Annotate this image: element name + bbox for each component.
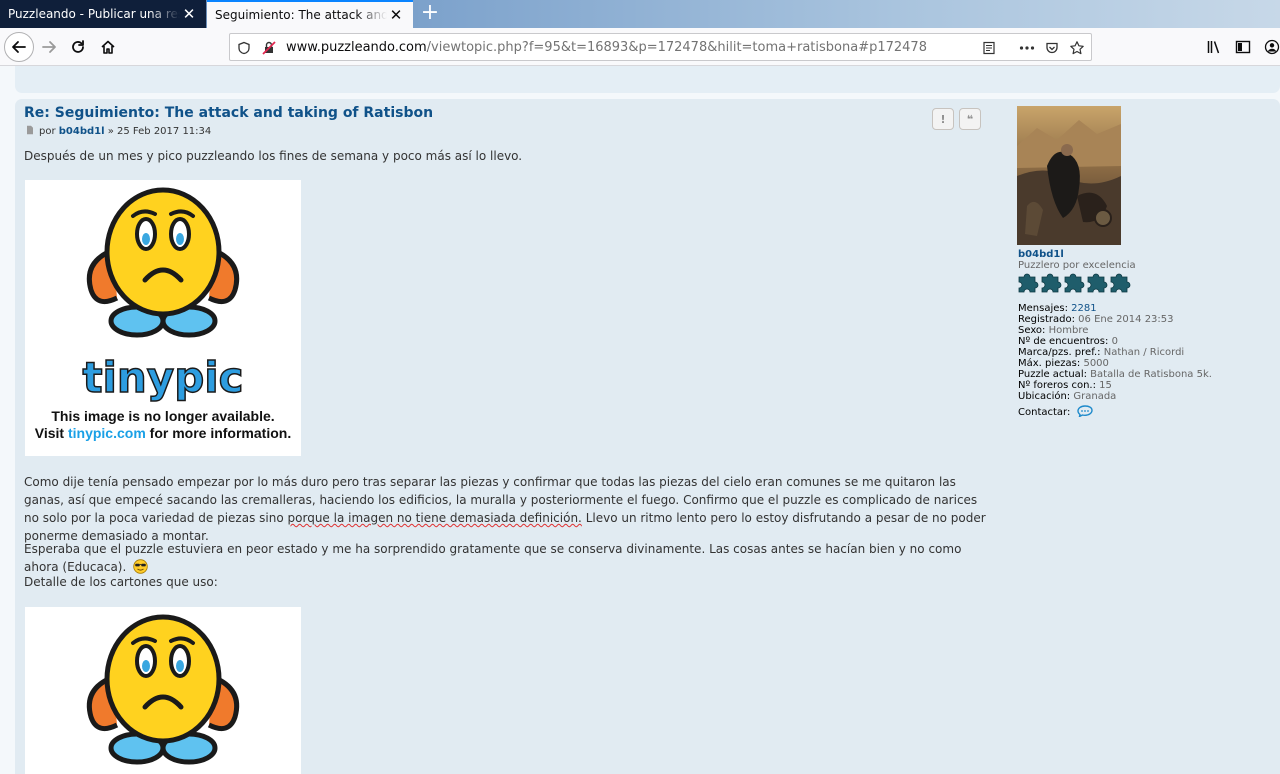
insecure-lock-icon[interactable] [260,39,278,57]
profile-field-location: Ubicación: Granada [1018,391,1117,402]
post-paragraph-3: Esperaba que el puzzle estuviera en peor… [24,542,962,574]
url-host: www.puzzleando.com [286,40,427,55]
user-avatar[interactable] [1017,106,1121,245]
post-author-link[interactable]: b04bd1l [59,126,105,137]
tab-title: Puzzleando - Publicar una respuesta [8,7,180,21]
navigation-toolbar: www.puzzleando.com/viewtopic.php?f=95&t=… [0,28,1280,66]
post-paragraph-4: Detalle de los cartones que uso: [24,575,218,589]
spellcheck-underlined-text: porque la imagen no tiene demasiada defi… [287,511,582,525]
rank-puzzle-pieces-icon [1018,273,1131,293]
profile-field-current-puzzle: Puzzle actual: Batalla de Ratisbona 5k. [1018,369,1212,380]
arrow-right-icon [42,41,56,53]
account-icon [1264,39,1280,55]
post-paragraph-2: Como dije tenía pensado empezar por lo m… [24,475,986,543]
tab-strip: Puzzleando - Publicar una respuesta ✕ Se… [0,0,1280,28]
meta-by: por [39,126,56,137]
url-text: www.puzzleando.com/viewtopic.php?f=95&t=… [286,40,927,55]
sidebar-toggle-button[interactable] [1228,32,1258,62]
broken-image-visit-line: Visit tinypic.com for more information. [34,425,292,441]
profile-field-posts: Mensajes: 2281 [1018,303,1097,314]
quote-button[interactable]: ❝ [959,108,981,130]
tinypic-logo: tinypic [82,353,243,402]
library-icon [1207,41,1220,54]
reload-icon [72,40,84,53]
new-tab-plus-icon[interactable]: + [418,0,442,28]
profile-field-forum-friends: Nº foreros con.: 15 [1018,380,1112,391]
chat-bubble-icon[interactable] [1076,405,1093,418]
cool-smiley-icon [133,559,148,574]
close-icon[interactable]: ✕ [180,5,198,23]
back-button[interactable] [4,32,34,62]
tab-title: Seguimiento: The attack and taking of Ra… [215,8,387,22]
profile-field-max-pieces: Máx. piezas: 5000 [1018,358,1109,369]
tab-publicar-respuesta[interactable]: Puzzleando - Publicar una respuesta ✕ [0,0,206,28]
arrow-left-icon [12,41,26,53]
broken-image-message: This image is no longer available. [51,408,275,424]
pocket-icon[interactable] [1043,39,1061,57]
address-bar[interactable]: www.puzzleando.com/viewtopic.php?f=95&t=… [229,33,1092,61]
tinypic-link[interactable]: tinypic.com [68,425,146,441]
profile-field-brand: Marca/pzs. pref.: Nathan / Ricordi [1018,347,1185,358]
post-title-link[interactable]: Re: Seguimiento: The attack and taking o… [24,105,433,121]
shield-icon[interactable] [235,39,253,57]
profile-contact: Contactar: [1018,405,1212,418]
home-button[interactable] [93,32,123,62]
library-button[interactable] [1199,32,1229,62]
sad-face-icon: tinypic [82,187,244,403]
post-file-icon [27,125,33,135]
profile-field-gender: Sexo: Hombre [1018,325,1089,336]
profile-username-link[interactable]: b04bd1l [1018,249,1064,260]
profile-field-registered: Registrado: 06 Ene 2014 23:53 [1018,314,1174,325]
tab-seguimiento[interactable]: Seguimiento: The attack and taking of Ra… [207,0,413,28]
report-button[interactable]: ! [932,108,954,130]
posts-count-link[interactable]: 2281 [1071,303,1096,314]
forward-button[interactable] [34,32,64,62]
sidebar-icon [1235,40,1251,54]
url-path: /viewtopic.php?f=95&t=16893&p=172478&hil… [426,40,927,55]
reader-view-icon[interactable] [980,39,998,57]
account-button[interactable] [1257,32,1280,62]
broken-image-placeholder [25,607,301,774]
quote-icon: ❝ [966,112,974,126]
home-icon [101,40,115,54]
post-meta: por b04bd1l » 25 Feb 2017 11:34 [25,125,211,137]
profile-field-meetups: Nº de encuentros: 0 [1018,336,1118,347]
previous-post-panel [15,66,1280,93]
page-actions-icon[interactable] [1018,39,1036,57]
sad-face-icon [86,614,240,765]
profile-fields: Mensajes: 2281 Registrado: 06 Ene 2014 2… [1018,303,1212,418]
broken-image-placeholder: tinypic This image is no longer availabl… [25,180,301,456]
post-date: » 25 Feb 2017 11:34 [107,126,212,137]
reload-button[interactable] [63,32,93,62]
bookmark-star-icon[interactable] [1068,39,1086,57]
close-icon[interactable]: ✕ [387,6,405,24]
report-icon: ! [940,112,946,126]
post-paragraph-1: Después de un mes y pico puzzleando los … [24,149,523,163]
